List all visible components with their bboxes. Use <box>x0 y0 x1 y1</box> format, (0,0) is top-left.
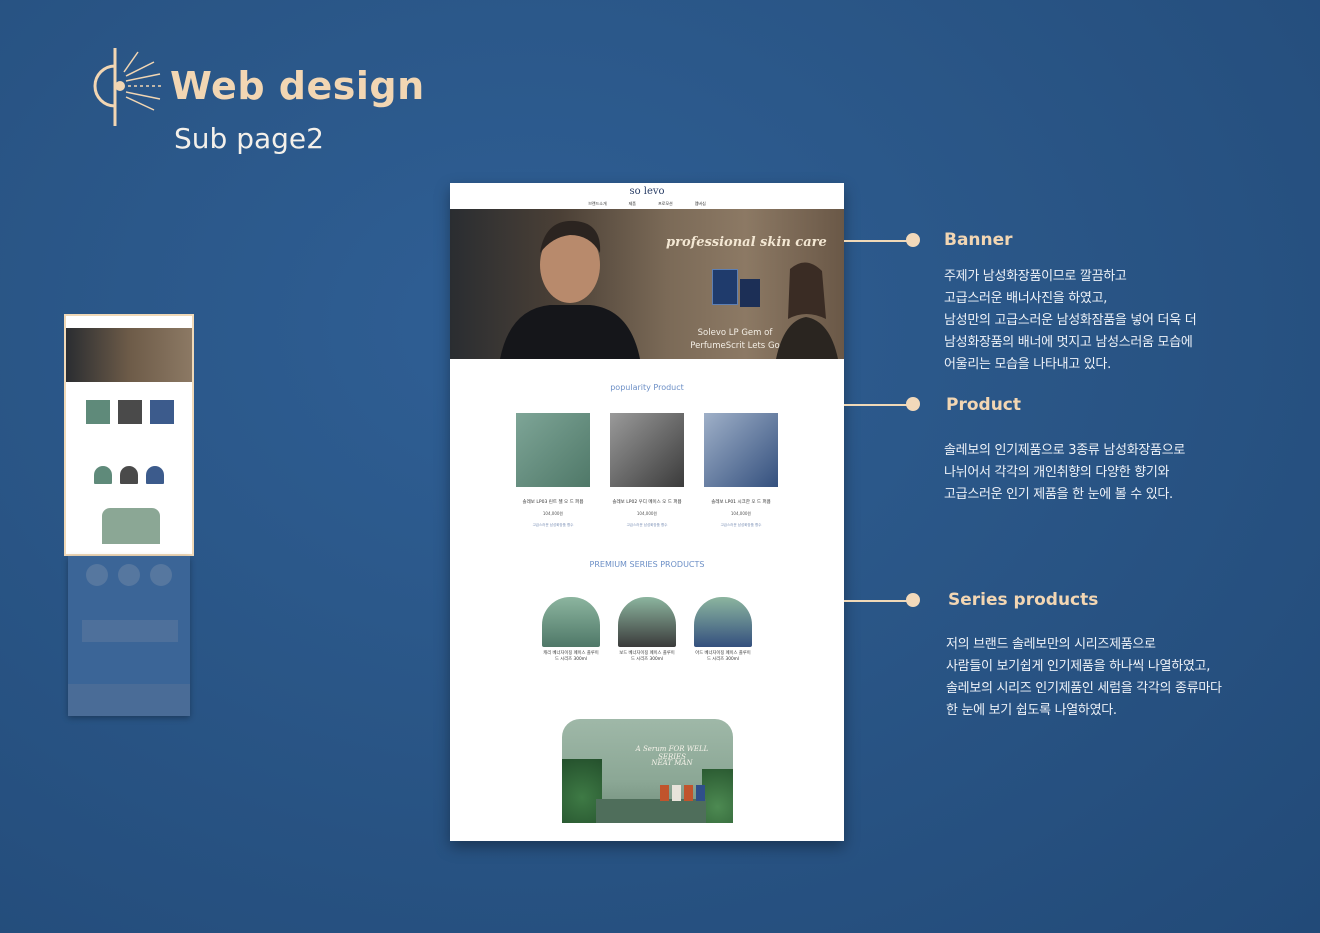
thumb-series-2 <box>120 466 138 484</box>
annotation-banner-body: 주제가 남성화장품이므로 깔끔하고 고급스러운 배너사진을 하였고, 남성만의 … <box>944 266 1197 376</box>
thumb-series-3 <box>146 466 164 484</box>
annotation-line: 고급스러운 배너사진을 하였고, <box>944 291 1108 306</box>
product-desc: 고급스러운 남성화장품 향수 <box>626 523 668 527</box>
banner-connector <box>844 240 910 242</box>
annotation-line: 한 눈에 보기 쉽도록 나열하였다. <box>946 703 1117 718</box>
model-photo <box>500 220 640 359</box>
brand-logo: so levo <box>629 186 665 197</box>
annotation-series-title: Series products <box>948 590 1099 610</box>
annotation-line: 사람들이 보기쉽게 인기제품을 하나씩 나열하였고, <box>946 659 1211 674</box>
product-card[interactable]: 솔레보 LP02 우디 메이스 오 드 퍼퓸 104,000원 고급스러운 남성… <box>610 413 684 528</box>
product-price: 104,000원 <box>542 511 564 516</box>
product-image <box>516 413 590 487</box>
thumb-product-1 <box>86 400 110 424</box>
hero-banner: professional skin care Solevo LP Gem of … <box>450 209 844 359</box>
annotation-line: 고급스러운 인기 제품을 한 눈에 볼 수 있다. <box>944 487 1173 502</box>
premium-section-title: PREMIUM SERIES PRODUCTS <box>589 560 705 569</box>
product-image <box>610 413 684 487</box>
banner-caption-line1: Solevo LP Gem of <box>697 328 773 338</box>
banner-dot <box>906 233 920 247</box>
annotation-line: 솔레보의 인기제품으로 3종류 남성화장품으로 <box>944 443 1186 458</box>
page-title: Web design <box>170 64 425 108</box>
website-mockup: so levo 브랜드소개 제품 프로모션 멤버십 professional s… <box>450 183 844 841</box>
nav-item-brand[interactable]: 브랜드소개 <box>588 201 606 207</box>
annotation-line: 나뉘어서 각각의 개인취향의 다양한 향기와 <box>944 465 1170 480</box>
product-price: 104,000원 <box>730 511 752 516</box>
annotation-series-body: 저의 브랜드 솔레보만의 시리즈제품으로 사람들이 보기쉽게 인기제품을 하나씩… <box>946 634 1222 722</box>
product-name: 솔레보 LP01 시크한 오 드 퍼퓸 <box>711 500 771 505</box>
annotation-line: 남성화장품의 배너에 멋지고 남성스러움 모습에 <box>944 335 1193 350</box>
product-box-blue <box>696 785 705 801</box>
nav-item-product[interactable]: 제품 <box>629 201 636 207</box>
thumbnail-preview <box>64 314 194 556</box>
promo-banner[interactable]: A Serum FOR WELL SERIES NEAT MAN <box>562 719 733 823</box>
product-box-white <box>672 785 681 801</box>
thumb-header <box>66 316 192 328</box>
plant-image-right <box>702 769 733 823</box>
series-name: 캐리 베너자이징 페이스 플루이드 시리즈 300ml <box>543 651 599 662</box>
product-box-orange-2 <box>684 785 693 801</box>
promo-line2: NEAT MAN <box>651 759 693 767</box>
annotation-product-body: 솔레보의 인기제품으로 3종류 남성화장품으로 나뉘어서 각각의 개인취향의 다… <box>944 440 1185 506</box>
product-price: 104,000원 <box>636 511 658 516</box>
thumbnail-lower-preview <box>68 556 190 716</box>
popular-section-title: popularity Product <box>610 383 684 392</box>
series-dot <box>906 593 920 607</box>
product-desc: 고급스러운 남성화장품 향수 <box>720 523 762 527</box>
product-connector <box>844 404 910 406</box>
series-image <box>618 597 676 647</box>
thumb-banner <box>66 328 192 382</box>
main-nav: 브랜드소개 제품 프로모션 멤버십 <box>450 201 844 207</box>
annotation-banner-title: Banner <box>944 230 1013 250</box>
banner-caption-line2: PerfumeScrit Lets Go <box>690 341 780 351</box>
annotation-product-title: Product <box>946 395 1021 415</box>
product-box-orange <box>660 785 669 801</box>
annotation-line: 저의 브랜드 솔레보만의 시리즈제품으로 <box>946 637 1156 652</box>
product-image <box>704 413 778 487</box>
thumb-series-1 <box>94 466 112 484</box>
sun-logo-icon <box>93 48 164 126</box>
perfume-bottle <box>740 279 760 307</box>
product-name: 솔레보 LP02 우디 메이스 오 드 퍼퓸 <box>612 500 682 505</box>
nav-item-promotion[interactable]: 프로모션 <box>658 201 673 207</box>
product-card[interactable]: 솔레보 LP03 린트 젤 오 드 퍼퓸 104,000원 고급스러운 남성화장… <box>516 413 590 528</box>
series-connector <box>844 600 910 602</box>
product-name: 솔레보 LP03 린트 젤 오 드 퍼퓸 <box>522 500 584 505</box>
thumb-product-2 <box>118 400 142 424</box>
product-dot <box>906 397 920 411</box>
series-image <box>694 597 752 647</box>
thumb-circle-1 <box>86 564 108 586</box>
thumb-product-3 <box>150 400 174 424</box>
thumb-promo <box>102 508 160 544</box>
series-name: 보드 베너자이징 페이스 플루이드 시리즈 300ml <box>619 651 675 662</box>
series-card[interactable]: 캐리 베너자이징 페이스 플루이드 시리즈 300ml <box>542 597 600 662</box>
page-subtitle: Sub page2 <box>174 122 324 155</box>
series-card[interactable]: 아드 베너자이징 페이스 플루이드 시리즈 300ml <box>694 597 752 662</box>
annotation-line: 어울리는 모습을 나타내고 있다. <box>944 357 1111 372</box>
thumb-footer <box>68 684 190 716</box>
thumb-circle-3 <box>150 564 172 586</box>
product-desc: 고급스러운 남성화장품 향수 <box>532 523 574 527</box>
annotation-line: 주제가 남성화장품이므로 깔끔하고 <box>944 269 1127 284</box>
series-name: 아드 베너자이징 페이스 플루이드 시리즈 300ml <box>695 651 751 662</box>
nav-item-membership[interactable]: 멤버십 <box>695 201 706 207</box>
shelf <box>596 799 706 823</box>
banner-script-text: professional skin care <box>666 235 827 250</box>
annotation-line: 남성만의 고급스러운 남성화잠품을 넣어 더욱 더 <box>944 313 1197 328</box>
annotation-line: 솔레보의 시리즈 인기제품인 세럼을 각각의 종류마다 <box>946 681 1222 696</box>
perfume-box <box>712 269 738 305</box>
series-image <box>542 597 600 647</box>
thumb-circle-2 <box>118 564 140 586</box>
series-card[interactable]: 보드 베너자이징 페이스 플루이드 시리즈 300ml <box>618 597 676 662</box>
thumb-product-row <box>82 620 178 642</box>
banner-caption: Solevo LP Gem of PerfumeScrit Lets Go <box>675 327 795 353</box>
product-card[interactable]: 솔레보 LP01 시크한 오 드 퍼퓸 104,000원 고급스러운 남성화장품… <box>704 413 778 528</box>
